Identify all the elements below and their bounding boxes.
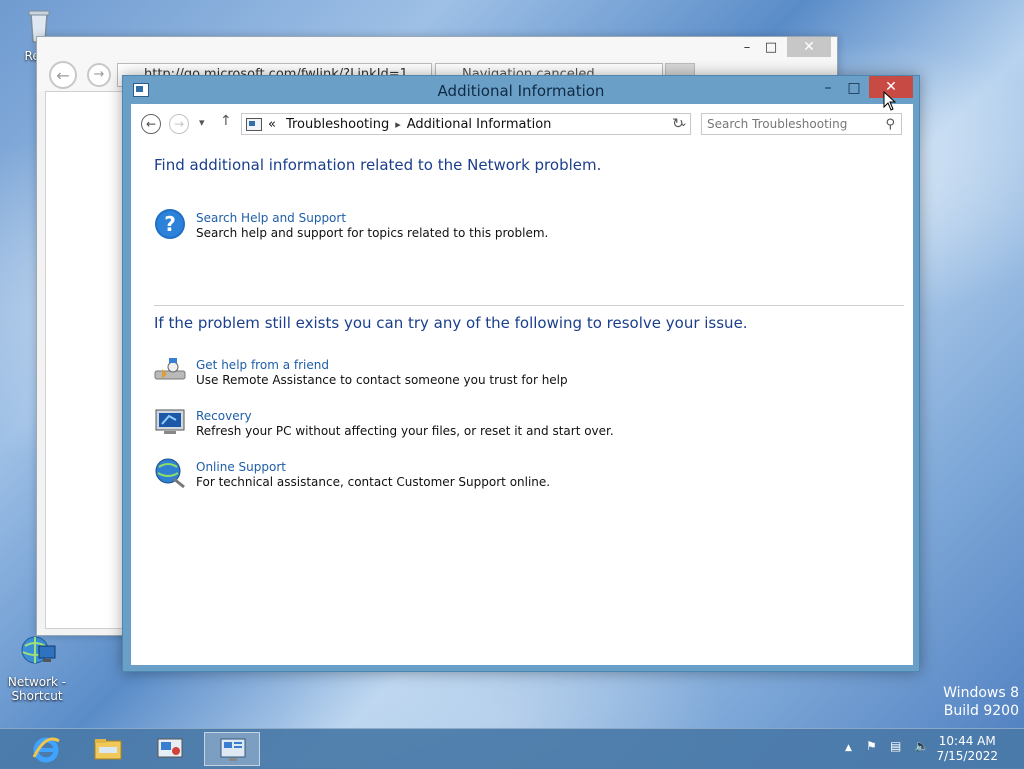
- clock-date: 7/15/2022: [936, 749, 998, 763]
- breadcrumb-overflow[interactable]: «: [268, 117, 276, 132]
- watermark-os: Windows 8: [943, 685, 1019, 701]
- taskbar-file-explorer[interactable]: [80, 732, 136, 766]
- recovery-item[interactable]: Recovery Refresh your PC without affecti…: [154, 406, 614, 442]
- control-panel-small-icon: [246, 117, 262, 131]
- maximize-button[interactable]: □: [841, 78, 867, 98]
- taskbar: ▲ ⚑ ▤ 🔈 10:44 AM 7/15/2022: [0, 728, 1024, 769]
- search-icon[interactable]: ⚲: [885, 115, 895, 135]
- recovery-icon: [155, 409, 185, 434]
- control-panel-taskbar-icon: [157, 738, 183, 758]
- get-help-from-friend-description: Use Remote Assistance to contact someone…: [196, 373, 568, 387]
- window-content: ← → ▾ ↑ « Troubleshooting ▸ Additional I…: [131, 104, 913, 665]
- forward-button[interactable]: →: [169, 114, 189, 134]
- clock-time: 10:44 AM: [938, 734, 996, 748]
- up-button[interactable]: ↑: [220, 113, 232, 129]
- window-title: Additional Information: [437, 82, 605, 100]
- back-button[interactable]: ←: [141, 114, 161, 134]
- online-support-item[interactable]: Online Support For technical assistance,…: [154, 457, 550, 493]
- action-center-flag-icon[interactable]: ⚑: [866, 739, 877, 753]
- network-shortcut-label-2: Shortcut: [11, 689, 63, 703]
- search-help-item[interactable]: ? Search Help and Support Search help an…: [154, 208, 548, 244]
- search-help-link[interactable]: Search Help and Support: [196, 211, 346, 225]
- section-divider: [154, 305, 904, 306]
- system-clock[interactable]: 10:44 AM 7/15/2022: [936, 734, 998, 764]
- browser-content-area: [45, 91, 133, 629]
- section-heading-additional-info: Find additional information related to t…: [154, 156, 602, 174]
- help-question-icon: ?: [155, 209, 185, 239]
- get-help-from-friend-item[interactable]: Get help from a friend Use Remote Assist…: [154, 355, 568, 391]
- svg-text:?: ?: [164, 212, 176, 236]
- taskbar-troubleshooting[interactable]: [204, 732, 260, 766]
- taskbar-internet-explorer[interactable]: [18, 732, 74, 766]
- network-shortcut-desktop-icon[interactable]: Network - Shortcut: [2, 632, 72, 703]
- breadcrumb-additional-information[interactable]: Additional Information: [407, 117, 552, 132]
- navigation-bar: ← → ▾ ↑ « Troubleshooting ▸ Additional I…: [131, 104, 913, 142]
- browser-back-button[interactable]: ←: [49, 61, 77, 89]
- breadcrumb-troubleshooting[interactable]: Troubleshooting: [286, 117, 389, 132]
- search-input[interactable]: Search Troubleshooting ⚲: [701, 113, 902, 135]
- taskbar-control-panel[interactable]: [142, 732, 198, 766]
- folder-icon: [94, 739, 122, 760]
- online-support-icon: [155, 458, 185, 489]
- browser-forward-button[interactable]: →: [87, 63, 111, 87]
- network-status-icon[interactable]: ▤: [890, 739, 901, 753]
- online-support-link[interactable]: Online Support: [196, 460, 286, 474]
- browser-maximize-button[interactable]: □: [759, 39, 783, 57]
- section-heading-resolve: If the problem still exists you can try …: [154, 314, 748, 332]
- browser-close-button[interactable]: ✕: [787, 37, 831, 57]
- refresh-button[interactable]: ↻: [667, 115, 689, 135]
- remote-assistance-icon: [154, 358, 186, 380]
- recovery-link[interactable]: Recovery: [196, 409, 252, 423]
- search-placeholder: Search Troubleshooting: [707, 117, 848, 131]
- minimize-button[interactable]: –: [815, 78, 841, 98]
- recovery-description: Refresh your PC without affecting your f…: [196, 424, 614, 438]
- troubleshooting-taskbar-icon: [220, 738, 246, 761]
- additional-information-window[interactable]: Additional Information – □ ✕ ← → ▾ ↑ « T…: [122, 75, 920, 672]
- watermark-build: Build 9200: [943, 703, 1019, 719]
- windows-version-watermark: Windows 8 Build 9200: [943, 685, 1019, 719]
- recent-locations-dropdown[interactable]: ▾: [199, 116, 205, 129]
- get-help-from-friend-link[interactable]: Get help from a friend: [196, 358, 329, 372]
- browser-minimize-button[interactable]: –: [735, 39, 759, 57]
- network-globe-icon: [21, 636, 56, 664]
- online-support-description: For technical assistance, contact Custom…: [196, 475, 551, 489]
- address-breadcrumb[interactable]: « Troubleshooting ▸ Additional Informati…: [241, 113, 691, 135]
- show-hidden-icons-button[interactable]: ▲: [845, 743, 852, 753]
- window-titlebar[interactable]: Additional Information – □ ✕: [123, 76, 919, 104]
- internet-explorer-icon: [32, 737, 60, 763]
- volume-muted-icon[interactable]: 🔈: [914, 739, 929, 753]
- search-help-description: Search help and support for topics relat…: [196, 226, 549, 240]
- mouse-cursor-icon: [883, 91, 897, 111]
- breadcrumb-chevron-icon[interactable]: ▸: [395, 118, 401, 131]
- network-shortcut-label-1: Network -: [7, 675, 67, 689]
